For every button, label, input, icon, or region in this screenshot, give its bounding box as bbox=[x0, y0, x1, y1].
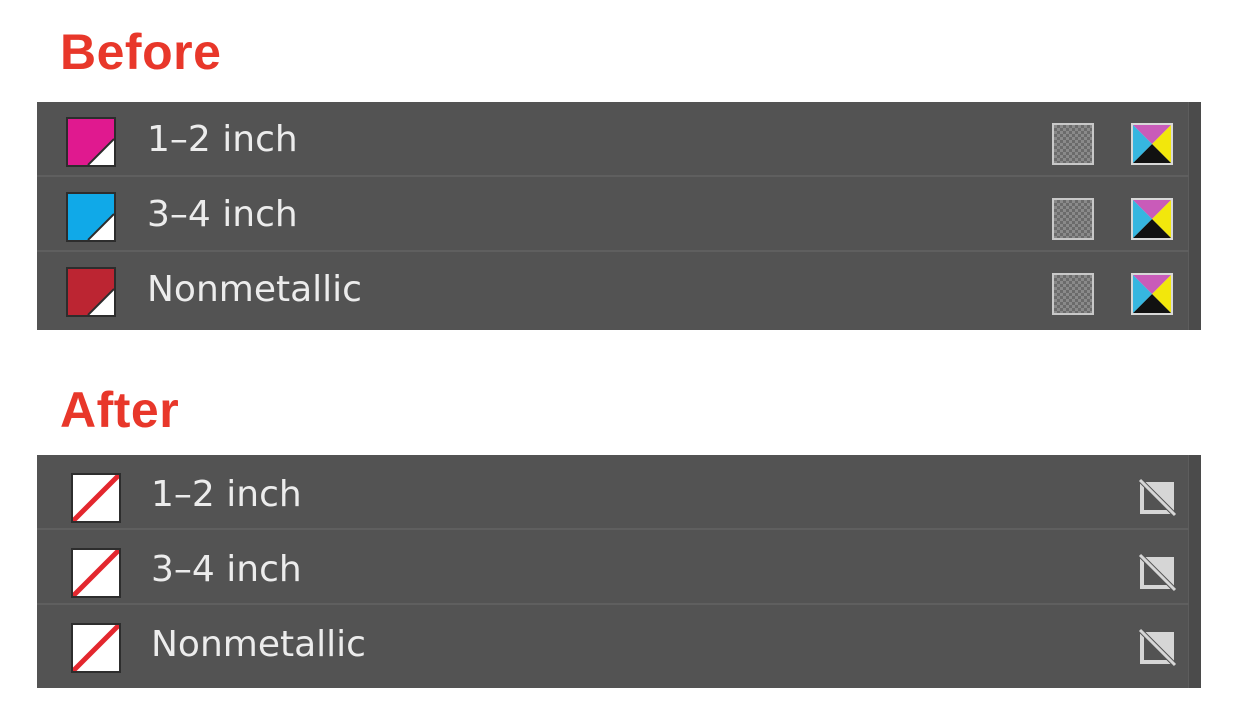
panel-scrollbar[interactable] bbox=[1188, 455, 1201, 688]
checker-tint-icon bbox=[1052, 198, 1094, 240]
swatch-row[interactable]: Nonmetallic bbox=[37, 605, 1189, 680]
color-swatch bbox=[66, 117, 116, 167]
panel-scrollbar[interactable] bbox=[1188, 102, 1201, 330]
color-swatch bbox=[66, 267, 116, 317]
non-editable-icon bbox=[1137, 477, 1177, 517]
none-swatch-icon bbox=[71, 473, 121, 523]
swatch-row[interactable]: 3–4 inch bbox=[37, 177, 1189, 252]
cmyk-process-icon bbox=[1131, 273, 1173, 315]
checker-tint-icon bbox=[1052, 123, 1094, 165]
after-heading: After bbox=[60, 382, 180, 438]
swatches-panel-before: 1–2 inch 3–4 inch Nonmetallic bbox=[37, 102, 1201, 330]
non-editable-icon bbox=[1137, 552, 1177, 592]
before-heading: Before bbox=[60, 24, 222, 80]
none-swatch-icon bbox=[71, 623, 121, 673]
swatch-name: Nonmetallic bbox=[147, 269, 362, 310]
swatch-name: 3–4 inch bbox=[147, 194, 298, 235]
color-swatch bbox=[66, 192, 116, 242]
non-editable-icon bbox=[1137, 627, 1177, 667]
cmyk-process-icon bbox=[1131, 123, 1173, 165]
swatch-name: Nonmetallic bbox=[151, 624, 366, 665]
swatch-name: 1–2 inch bbox=[147, 119, 298, 160]
cmyk-process-icon bbox=[1131, 198, 1173, 240]
swatch-name: 1–2 inch bbox=[151, 474, 302, 515]
swatch-name: 3–4 inch bbox=[151, 549, 302, 590]
none-swatch-icon bbox=[71, 548, 121, 598]
swatch-row[interactable]: Nonmetallic bbox=[37, 252, 1189, 327]
swatch-row[interactable]: 3–4 inch bbox=[37, 530, 1189, 605]
checker-tint-icon bbox=[1052, 273, 1094, 315]
swatches-panel-after: 1–2 inch 3–4 inch Nonmetallic bbox=[37, 455, 1201, 688]
swatch-row[interactable]: 1–2 inch bbox=[37, 102, 1189, 177]
swatch-row[interactable]: 1–2 inch bbox=[37, 455, 1189, 530]
